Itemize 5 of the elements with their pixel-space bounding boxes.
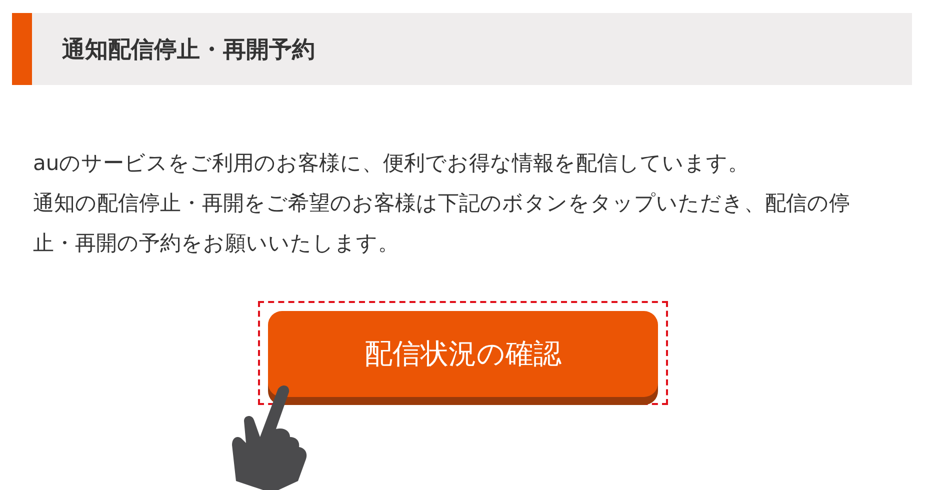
section-title: 通知配信停止・再開予約 bbox=[62, 36, 315, 64]
check-status-button[interactable]: 配信状況の確認 bbox=[268, 311, 658, 397]
accent-stripe bbox=[12, 13, 32, 85]
description-text: 通知の配信停止・再開をご希望のお客様は下記のボタンをタップいただき、配信の停止・再開の予約をお願いいたします。 bbox=[33, 190, 851, 257]
description-text: auのサービスをご利用のお客様に、便利でお得な情報を配信しています。 bbox=[33, 150, 750, 177]
